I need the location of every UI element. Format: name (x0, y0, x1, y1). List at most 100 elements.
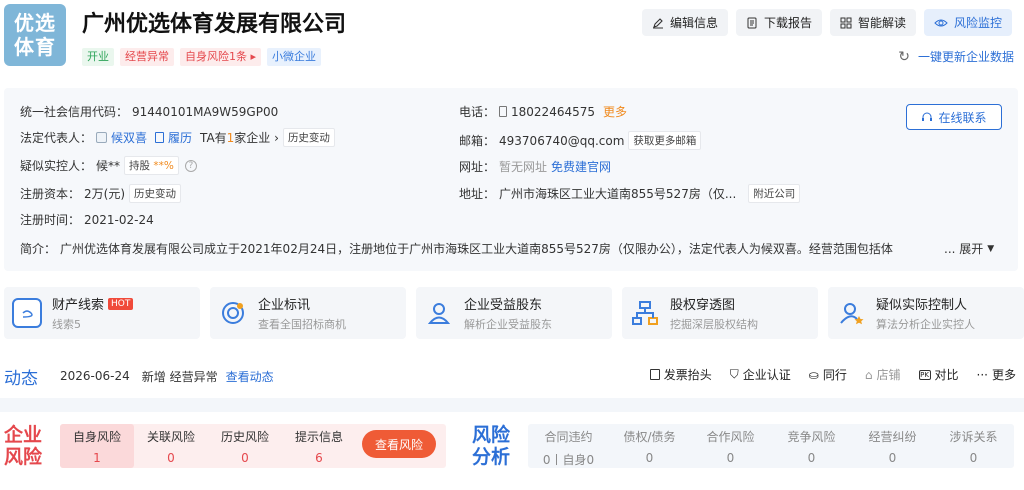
company-logo: 优选 体育 (4, 4, 66, 66)
compare-button[interactable]: PK 对比 (918, 366, 959, 383)
card-beneficial-owner[interactable]: 企业受益股东 解析企业受益股东 (416, 287, 612, 339)
hold-chip: 持股 **% (124, 156, 179, 175)
grid-icon (840, 17, 852, 28)
phone-icon (499, 106, 508, 117)
self-risk-cell[interactable]: 自身风险 1 (60, 424, 134, 468)
more-email-chip[interactable]: 获取更多邮箱 (628, 131, 702, 150)
chevron-down-icon: ▼ (987, 243, 995, 254)
dynamics-title: 动态 (4, 368, 38, 389)
more-dots-icon: ··· (976, 367, 988, 382)
address-row: 地址： 广州市海珠区工业大道南855号527房（仅... 附近公司 (459, 184, 801, 203)
nearby-company-chip[interactable]: 附近公司 (748, 184, 801, 203)
expand-link[interactable]: ... 展开 ▼ (944, 240, 994, 257)
card-actual-controller[interactable]: 疑似实际控制人 算法分析企业实控人 (828, 287, 1024, 339)
user-star-icon (836, 298, 866, 328)
resume-link[interactable]: 履历 (168, 129, 192, 146)
box-icon: ⛀ (808, 367, 819, 382)
reg-time-row: 注册时间： 2021-02-24 (20, 212, 154, 228)
intro-text: 广州优选体育发展有限公司成立于2021年02月24日，注册地位于广州市海珠区工业… (60, 242, 893, 256)
tag-operating[interactable]: 开业 (82, 48, 114, 66)
dynamics-text: 新增 经营异常 (141, 369, 218, 384)
debt-cell[interactable]: 债权/债务 0 (609, 424, 690, 468)
build-website-link[interactable]: 免费建官网 (551, 158, 611, 175)
resume-icon (155, 132, 165, 143)
email-row: 邮箱： 493706740@qq.com 获取更多邮箱 (459, 131, 702, 150)
risk-analysis-heading: 风险 分析 (472, 424, 511, 468)
status-tags: 开业 经营异常 自身风险1条 ▸ 小微企业 (82, 48, 322, 66)
compare-icon: PK (918, 369, 931, 380)
receipt-icon (649, 369, 660, 380)
document-icon (747, 17, 757, 28)
controller-row: 疑似实控人： 候** 持股 **% ? (20, 156, 197, 175)
shop-icon: ⌂ (864, 367, 873, 382)
view-risk-button[interactable]: 查看风险 (362, 430, 436, 458)
phone-more-link[interactable]: 更多 (603, 103, 627, 120)
phone-value: 18022464575 (511, 104, 595, 119)
notice-info-cell[interactable]: 提示信息 6 (282, 424, 356, 468)
related-risk-cell[interactable]: 关联风险 0 (134, 424, 208, 468)
update-data-link[interactable]: ↻ 一键更新企业数据 (898, 48, 1014, 65)
company-name: 广州优选体育发展有限公司 (82, 12, 347, 37)
edit-info-button[interactable]: 编辑信息 (641, 9, 728, 36)
reg-time-value: 2021-02-24 (84, 212, 154, 227)
tag-small-business[interactable]: 小微企业 (267, 48, 322, 66)
litigation-cell[interactable]: 涉诉关系 0 (933, 424, 1014, 468)
card-property-clues[interactable]: 财产线索 HOT 线索5 (4, 287, 200, 339)
certification-button[interactable]: ⛉ 企业认证 (730, 366, 791, 383)
capital-row: 注册资本： 2万(元) 历史变动 (20, 184, 182, 203)
risk-section: 企业 风险 自身风险 1 关联风险 0 历史风险 0 提示信息 6 查看风险 风险 分析 合… (0, 418, 1024, 490)
credit-code-row: 统一社会信用代码： 91440101MA9W59GP00 (20, 104, 279, 120)
hot-badge: HOT (108, 297, 134, 310)
shop-button[interactable]: ⌂ 店铺 (865, 366, 901, 383)
credit-code-value: 91440101MA9W59GP00 (132, 104, 279, 119)
view-dynamics-link[interactable]: 查看动态 (226, 368, 274, 385)
tag-self-risk[interactable]: 自身风险1条 ▸ (180, 48, 262, 66)
email-value: 493706740@qq.com (499, 133, 625, 148)
logo-line1: 优选 (14, 11, 56, 35)
help-icon[interactable]: ? (184, 159, 197, 172)
target-icon (218, 298, 248, 328)
download-report-button[interactable]: 下载报告 (735, 9, 822, 36)
dynamics-actions: 发票抬头 ⛉ 企业认证 ⛀ 同行 ⌂ 店铺 PK 对比 ··· 更多 (649, 366, 1016, 383)
legal-rep-row: 法定代表人： 候双喜 履历 TA有1家企业 › 历史变动 (20, 128, 335, 147)
user-icon (424, 298, 454, 328)
top-actions: 编辑信息 下载报告 智能解读 风险监控 (641, 9, 1012, 36)
peers-button[interactable]: ⛀ 同行 (809, 366, 847, 383)
ta-companies-link[interactable]: TA有1家企业 › (200, 129, 279, 146)
website-row: 网址： 暂无网址 免费建官网 (459, 158, 612, 175)
legal-rep-name-link[interactable]: 候双喜 (111, 129, 147, 146)
history-risk-cell[interactable]: 历史风险 0 (208, 424, 282, 468)
address-value: 广州市海珠区工业大道南855号527房（仅... (499, 187, 737, 201)
headset-icon (922, 112, 933, 121)
logo-line2: 体育 (14, 35, 56, 59)
risk-monitor-button[interactable]: 风险监控 (923, 9, 1012, 36)
tag-abnormal[interactable]: 经营异常 (120, 48, 174, 66)
shield-icon: ⛉ (729, 367, 739, 381)
competition-risk-cell[interactable]: 竞争风险 0 (771, 424, 852, 468)
capital-value: 2万(元) (84, 187, 126, 201)
feature-cards: 财产线索 HOT 线索5 企业标讯 查看全国招标商机 企业受益股东 解析企业受益股… (4, 287, 1024, 339)
capital-history-chip[interactable]: 历史变动 (129, 184, 182, 203)
business-dispute-cell[interactable]: 经营纠纷 0 (852, 424, 933, 468)
card-tender-info[interactable]: 企业标讯 查看全国招标商机 (210, 287, 406, 339)
contract-breach-cell[interactable]: 合同违约 0丨自身0 (528, 424, 609, 468)
legal-history-chip[interactable]: 历史变动 (282, 128, 335, 147)
eye-icon (934, 19, 948, 26)
controller-value: 候** (96, 159, 121, 173)
section-divider (0, 398, 1024, 412)
person-icon (96, 132, 108, 143)
pencil-icon (652, 17, 663, 29)
intro-row: 简介： 广州优选体育发展有限公司成立于2021年02月24日，注册地位于广州市海… (20, 242, 893, 256)
website-value: 暂无网址 (499, 160, 548, 174)
smart-read-button[interactable]: 智能解读 (829, 9, 916, 36)
card-equity-chart[interactable]: 股权穿透图 挖掘深层股权结构 (622, 287, 818, 339)
folder-icon (12, 298, 42, 328)
enterprise-risk-heading: 企业 风险 (4, 424, 43, 468)
org-chart-icon (630, 298, 660, 328)
risk-analysis-cells: 合同违约 0丨自身0 债权/债务 0 合作风险 0 竞争风险 0 经营纠纷 0 涉诉关系 0 (528, 424, 1014, 468)
cooperation-risk-cell[interactable]: 合作风险 0 (690, 424, 771, 468)
invoice-title-button[interactable]: 发票抬头 (649, 366, 712, 383)
online-contact-button[interactable]: 在线联系 (906, 104, 1002, 130)
refresh-icon: ↻ (898, 48, 910, 65)
more-button[interactable]: ··· 更多 (977, 366, 1016, 383)
